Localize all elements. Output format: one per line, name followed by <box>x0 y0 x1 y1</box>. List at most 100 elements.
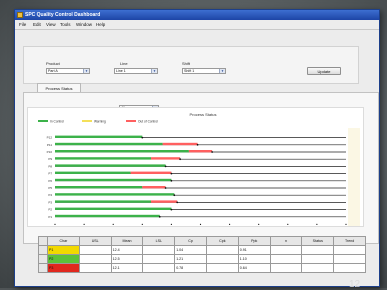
bar-warning <box>130 171 172 174</box>
column-header[interactable]: Ppk <box>237 236 271 246</box>
shift-select[interactable]: Shift 1 ▼ <box>182 68 226 74</box>
update-button[interactable]: Update <box>307 67 341 75</box>
table-cell[interactable] <box>142 245 176 255</box>
table-cell[interactable]: 12.1 <box>110 263 144 273</box>
table-cell[interactable] <box>205 263 239 273</box>
table-cell[interactable] <box>269 263 303 273</box>
shift-value: Shift 1 <box>184 69 195 73</box>
menu-window[interactable]: Window <box>76 22 92 27</box>
table-cell[interactable]: 1.21 <box>174 254 207 264</box>
column-header[interactable]: Cpk <box>205 236 239 246</box>
bar-in-control <box>55 164 166 167</box>
y-tick-label: P12 <box>47 136 53 140</box>
process-status-chart: Process Status In Control Warning Out of Co… <box>27 107 364 227</box>
table-cell[interactable]: 0.64 <box>237 263 271 273</box>
bar-warning <box>142 186 166 189</box>
y-tick-label: P4 <box>48 193 52 197</box>
column-header[interactable]: n <box>269 236 303 246</box>
line-select[interactable]: Line 1 ▼ <box>114 68 158 74</box>
table-cell[interactable] <box>142 263 176 273</box>
table-cell[interactable]: 12.4 <box>110 245 144 255</box>
filter-panel: Product Part A ▼ Line Line 1 ▼ Shift Shi… <box>23 46 359 84</box>
app-icon <box>17 12 23 18</box>
table-cell[interactable] <box>78 263 112 273</box>
menu-help[interactable]: Help <box>96 22 105 27</box>
y-tick-label: P8 <box>48 164 52 168</box>
marker-point <box>170 172 173 175</box>
y-tick-label: P3 <box>48 200 52 204</box>
legend-label: In Control <box>50 120 64 124</box>
table-cell[interactable]: 1.10 <box>237 254 271 264</box>
x-tick-mark <box>199 223 202 225</box>
menu-file[interactable]: File <box>19 22 26 27</box>
table-cell[interactable] <box>269 254 303 264</box>
bar-in-control <box>55 150 189 153</box>
page-number-overlay: 12 <box>349 279 361 290</box>
column-header[interactable]: Cp <box>174 236 207 246</box>
table-cell[interactable] <box>78 254 112 264</box>
table-cell[interactable] <box>269 245 303 255</box>
product-select[interactable]: Part A ▼ <box>46 68 90 74</box>
x-tick-mark <box>258 223 260 225</box>
table-cell[interactable] <box>78 245 112 255</box>
row-header-corner[interactable] <box>38 236 48 246</box>
table-cell[interactable] <box>333 263 366 273</box>
legend-swatch <box>38 120 48 122</box>
legend-swatch <box>126 120 136 122</box>
chevron-down-icon: ▼ <box>219 69 225 73</box>
table-cell[interactable] <box>333 254 366 264</box>
bar-in-control <box>55 135 143 138</box>
table-cell[interactable] <box>301 254 335 264</box>
bar-in-control <box>55 178 172 182</box>
marker-point <box>141 136 144 139</box>
y-tick-label: P2 <box>48 208 52 212</box>
bar-in-control <box>55 214 160 218</box>
table-cell[interactable] <box>301 263 335 273</box>
column-header[interactable]: Status <box>301 236 335 246</box>
column-header[interactable]: USL <box>78 236 112 246</box>
table-cell[interactable] <box>142 254 176 264</box>
window-title: SPC Quality Control Dashboard <box>25 12 101 18</box>
row-header[interactable] <box>38 245 48 255</box>
y-tick-label: P5 <box>48 186 52 190</box>
legend-label: Out of Control <box>138 120 158 124</box>
y-tick-label: P6 <box>48 179 52 183</box>
column-header[interactable]: LSL <box>142 236 176 246</box>
table-cell[interactable]: 0.91 <box>237 245 271 255</box>
title-bar[interactable]: SPC Quality Control Dashboard <box>15 10 379 20</box>
column-header[interactable]: Trend <box>333 236 366 246</box>
table-cell[interactable] <box>333 245 366 255</box>
row-header[interactable] <box>38 263 48 273</box>
x-tick-mark <box>170 223 172 225</box>
y-tick-label: P1 <box>48 215 52 219</box>
table-cell[interactable]: P2 <box>47 254 80 264</box>
row-header[interactable] <box>38 254 48 264</box>
table-cell[interactable]: 0.78 <box>174 263 207 273</box>
table-cell[interactable] <box>205 245 239 255</box>
table-cell[interactable] <box>205 254 239 264</box>
marker-point <box>158 215 161 218</box>
bar-warning <box>162 142 198 146</box>
table-row[interactable]: P3 12.1 0.78 0.64 <box>38 263 366 273</box>
menu-tools[interactable]: Tools <box>60 22 71 27</box>
x-tick-mark <box>141 223 143 225</box>
table-cell[interactable] <box>301 245 335 255</box>
x-tick-mark <box>54 223 56 225</box>
marker-point <box>176 201 179 204</box>
column-header[interactable]: Char <box>47 236 80 246</box>
column-header[interactable]: Mean <box>110 236 144 246</box>
table-row[interactable]: P2 12.5 1.21 1.10 <box>38 254 366 264</box>
table-cell[interactable]: 1.04 <box>174 245 207 255</box>
line-value: Line 1 <box>116 69 126 73</box>
menu-edit[interactable]: Edit <box>33 22 41 27</box>
x-tick-mark <box>287 223 289 225</box>
table-cell[interactable]: P1 <box>47 245 80 255</box>
table-cell[interactable]: 12.5 <box>110 254 144 264</box>
x-tick-mark <box>345 223 347 225</box>
menu-view[interactable]: View <box>46 22 56 27</box>
table-cell[interactable]: P3 <box>47 263 80 273</box>
marker-point <box>170 179 173 182</box>
marker-point <box>179 158 182 161</box>
table-row[interactable]: P1 12.4 1.04 0.91 <box>38 245 366 255</box>
marker-point <box>164 165 167 168</box>
